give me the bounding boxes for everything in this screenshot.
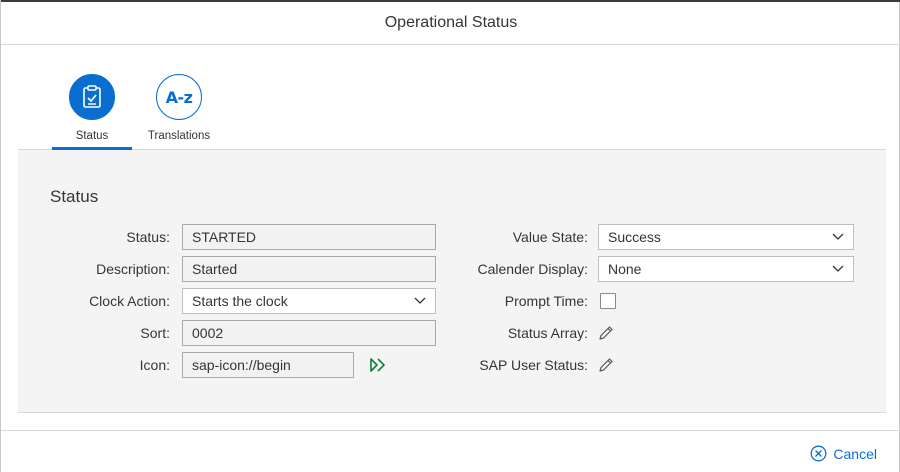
tab-status[interactable]: Status [52,74,132,150]
tab-status-label: Status [75,130,109,142]
description-value: Started [192,261,238,277]
description-label: Description: [96,261,170,277]
sort-value: 0002 [192,325,224,341]
prompt-time-label: Prompt Time: [504,293,588,309]
sap-user-status-label: SAP User Status: [479,357,588,373]
status-array-row: Status Array: [310,320,588,346]
description-row: Description: [18,256,170,282]
value-state-select[interactable]: Success [598,224,854,250]
calender-display-value: None [608,261,642,277]
status-label: Status: [126,229,170,245]
status-row: Status: [18,224,170,250]
sap-user-status-row: SAP User Status: [310,352,588,378]
pencil-icon[interactable] [598,325,614,341]
sort-row: Sort: [18,320,170,346]
a-z-icon-text: A-z [165,87,193,107]
status-value: STARTED [192,229,257,245]
pencil-icon[interactable] [598,357,614,373]
calender-display-row: Calender Display: [310,256,589,282]
section-title: Status [50,187,99,206]
value-state-label: Value State: [512,229,588,245]
sort-label: Sort: [140,325,170,341]
dialog-header: Operational Status [1,2,900,45]
status-array-label: Status Array: [507,325,588,341]
value-state-value: Success [608,229,661,245]
dialog-footer: Cancel [1,430,900,472]
icon-label: Icon: [139,357,170,373]
chevron-down-icon [832,265,844,272]
close-circle-icon [810,445,827,462]
calender-display-label: Calender Display: [477,261,589,277]
icon-tab-bar: Status A-z Translations [18,46,886,150]
cancel-button[interactable]: Cancel [810,445,877,462]
icon-row: Icon: [18,352,170,378]
calender-display-select[interactable]: None [598,256,854,282]
tab-translations[interactable]: A-z Translations [139,74,219,150]
cancel-label: Cancel [833,445,877,462]
clock-action-label: Clock Action: [89,293,170,309]
clock-action-row: Clock Action: [18,288,170,314]
chevron-down-icon [832,233,844,240]
dialog: Operational Status Status A-z Translatio… [0,0,900,472]
icon-value: sap-icon://begin [192,357,291,373]
prompt-time-row: Prompt Time: [310,288,588,314]
prompt-time-checkbox[interactable] [600,293,616,309]
tab-translations-label: Translations [147,130,211,142]
clipboard-check-icon [69,74,115,120]
a-z-icon: A-z [156,74,202,120]
dialog-title: Operational Status [384,14,518,31]
value-state-row: Value State: [310,224,588,250]
clock-action-value: Starts the clock [192,293,288,309]
status-form-section: Status Status: STARTED Description: Star… [18,150,886,413]
